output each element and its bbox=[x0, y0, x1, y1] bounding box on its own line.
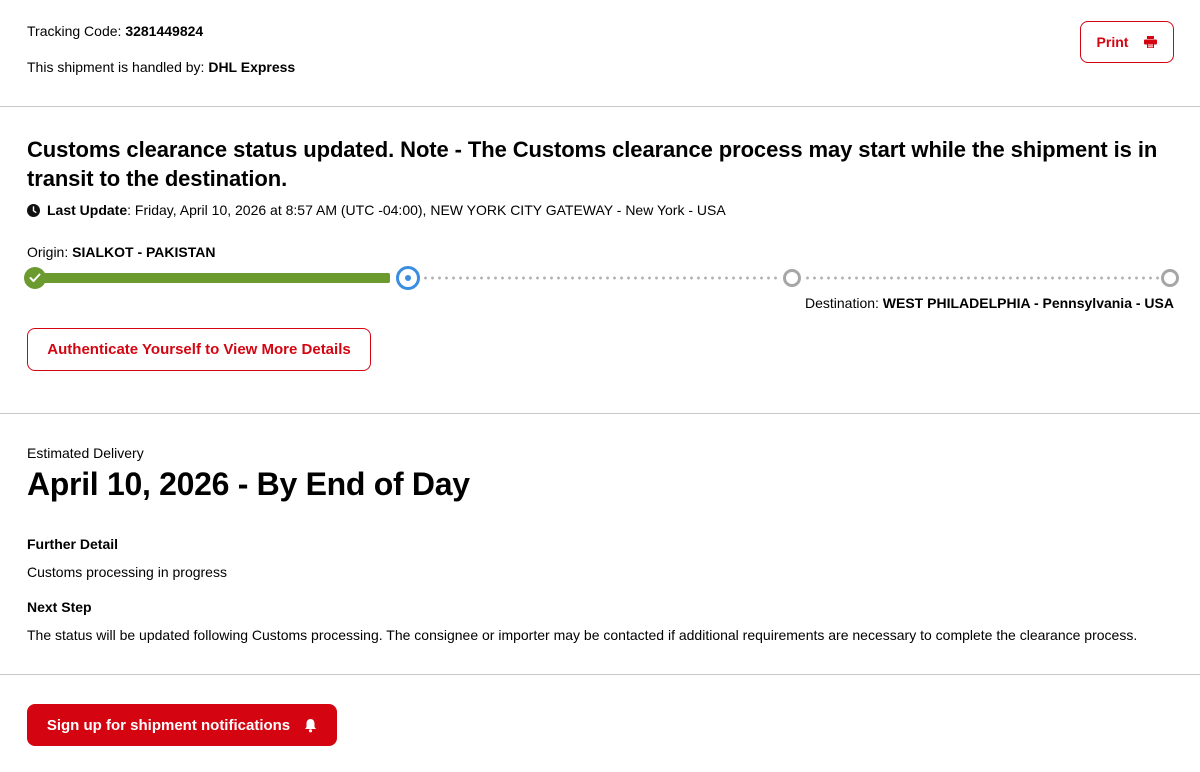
tracking-code-label: Tracking Code: bbox=[27, 23, 122, 39]
authenticate-button-label: Authenticate Yourself to View More Detai… bbox=[47, 341, 351, 358]
destination-value: WEST PHILADELPHIA - Pennsylvania - USA bbox=[882, 295, 1174, 311]
current-node-center bbox=[405, 275, 411, 281]
progress-node-destination bbox=[1161, 269, 1179, 287]
progress-dots-segment bbox=[422, 276, 778, 280]
estimated-delivery-value: April 10, 2026 - By End of Day bbox=[27, 466, 470, 502]
bell-icon bbox=[304, 718, 317, 733]
progress-dots-segment bbox=[804, 276, 1162, 280]
progress-bar-completed bbox=[38, 273, 390, 283]
tracking-code-row: Tracking Code: 3281449824 bbox=[27, 22, 203, 40]
progress-node-current bbox=[396, 266, 420, 290]
shipment-progress-tracker bbox=[24, 266, 1184, 290]
next-step-value: The status will be updated following Cus… bbox=[27, 627, 1138, 643]
tracking-code-value: 3281449824 bbox=[125, 23, 204, 39]
divider-status bbox=[0, 413, 1200, 414]
authenticate-button[interactable]: Authenticate Yourself to View More Detai… bbox=[27, 328, 371, 371]
progress-node-pending bbox=[783, 269, 801, 287]
last-update-row: Last Update: Friday, April 10, 2026 at 8… bbox=[27, 201, 726, 219]
origin-label: Origin: bbox=[27, 244, 69, 260]
print-button[interactable]: Print bbox=[1080, 21, 1174, 63]
print-button-label: Print bbox=[1096, 34, 1129, 50]
destination-label: Destination: bbox=[804, 295, 879, 311]
shipment-notifications-button[interactable]: Sign up for shipment notifications bbox=[27, 704, 337, 746]
divider-delivery bbox=[0, 674, 1200, 675]
further-detail-value: Customs processing in progress bbox=[27, 564, 227, 580]
last-update-label: Last Update bbox=[47, 202, 128, 218]
destination-row: Destination: WEST PHILADELPHIA - Pennsyl… bbox=[805, 294, 1174, 312]
checkmark-icon bbox=[29, 273, 41, 283]
divider-header bbox=[0, 106, 1200, 107]
further-detail-label: Further Detail bbox=[27, 536, 119, 552]
handled-by-row: This shipment is handled by: DHL Express bbox=[27, 58, 295, 76]
handled-by-value: DHL Express bbox=[208, 59, 296, 75]
handled-by-label: This shipment is handled by: bbox=[27, 59, 205, 75]
printer-icon bbox=[1144, 36, 1158, 48]
status-headline: Customs clearance status updated. Note -… bbox=[27, 137, 1158, 191]
next-step-label: Next Step bbox=[27, 599, 92, 615]
clock-icon bbox=[27, 203, 40, 217]
progress-node-origin bbox=[24, 267, 46, 289]
origin-value: SIALKOT - PAKISTAN bbox=[72, 244, 216, 260]
last-update-value: : Friday, April 10, 2026 at 8:57 AM (UTC… bbox=[127, 202, 726, 218]
estimated-delivery-label: Estimated Delivery bbox=[27, 445, 144, 461]
origin-row: Origin: SIALKOT - PAKISTAN bbox=[27, 243, 216, 261]
shipment-notifications-label: Sign up for shipment notifications bbox=[46, 716, 291, 734]
